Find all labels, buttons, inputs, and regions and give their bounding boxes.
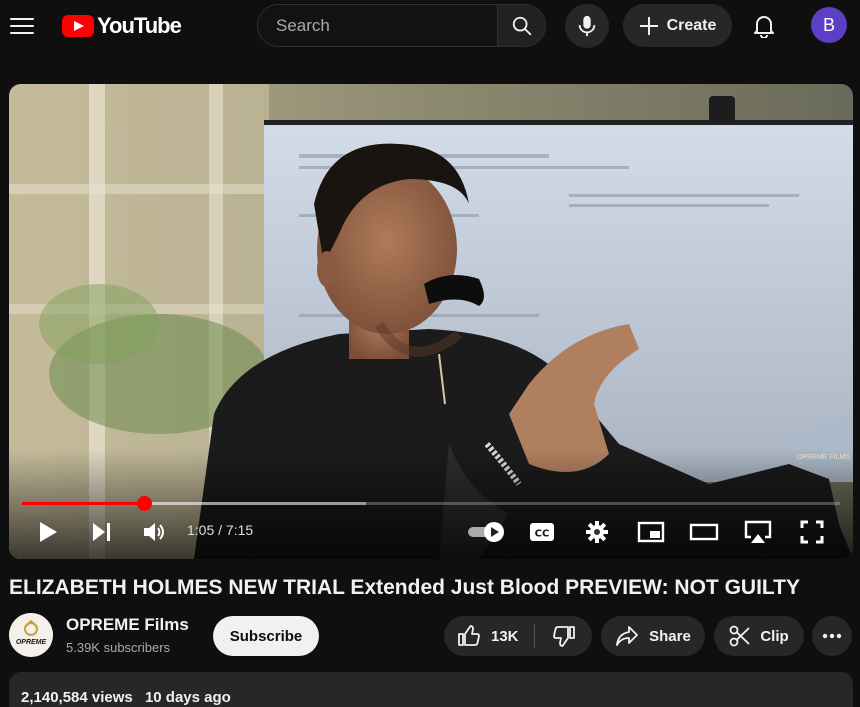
like-count: 13K — [491, 627, 519, 645]
description-box[interactable]: 2,140,584 views 10 days ago — [9, 672, 853, 707]
gear-icon — [586, 521, 608, 543]
microphone-icon — [578, 15, 596, 37]
thumbs-up-icon — [458, 625, 480, 646]
voice-search-button[interactable] — [565, 4, 609, 48]
scissors-icon — [729, 625, 750, 647]
subscriber-count: 5.39K subscribers — [66, 640, 171, 655]
miniplayer-icon — [637, 521, 665, 543]
progress-played — [22, 502, 145, 505]
like-button[interactable]: 13K — [444, 616, 534, 656]
autoplay-icon — [468, 522, 504, 542]
search-button[interactable] — [497, 5, 545, 46]
more-actions-button[interactable] — [812, 616, 852, 656]
miniplayer-button[interactable] — [635, 514, 667, 550]
channel-logo-icon: OPREME — [9, 613, 53, 657]
svg-text:CC: CC — [535, 529, 550, 540]
fullscreen-button[interactable] — [797, 514, 827, 550]
settings-button[interactable] — [582, 514, 612, 550]
bell-icon — [754, 16, 774, 38]
logo-text: YouTube — [97, 13, 182, 38]
user-avatar[interactable]: B — [811, 7, 847, 43]
share-icon — [616, 626, 639, 646]
closed-captions-icon: CC — [530, 523, 554, 541]
play-icon — [40, 522, 57, 542]
share-button[interactable]: Share — [601, 616, 705, 656]
theater-mode-icon — [689, 523, 719, 541]
play-button[interactable] — [33, 514, 63, 550]
volume-button[interactable] — [139, 514, 169, 550]
subscribe-button[interactable]: Subscribe — [213, 616, 319, 656]
like-dislike-group: 13K — [444, 616, 592, 656]
channel-avatar-text: OPREME — [16, 639, 47, 646]
menu-icon[interactable] — [8, 12, 36, 40]
top-bar: YouTube Create B — [0, 0, 860, 52]
fullscreen-icon — [800, 520, 824, 544]
share-label: Share — [649, 627, 691, 645]
video-title: ELIZABETH HOLMES NEW TRIAL Extended Just… — [9, 576, 801, 599]
upload-age: 10 days ago — [144, 689, 231, 706]
subtitles-button[interactable]: CC — [527, 514, 557, 550]
clip-label: Clip — [760, 627, 789, 645]
view-count: 2,140,584 views — [21, 689, 133, 706]
channel-name[interactable]: OPREME Films — [66, 615, 189, 635]
autoplay-toggle[interactable] — [465, 514, 509, 550]
notifications-button[interactable] — [744, 7, 784, 45]
volume-icon — [144, 523, 164, 541]
search-icon — [512, 16, 531, 35]
dislike-button[interactable] — [535, 616, 592, 656]
youtube-logo[interactable]: YouTube — [62, 12, 182, 40]
create-button[interactable]: Create — [623, 4, 732, 47]
video-metadata: 2,140,584 views 10 days ago — [21, 689, 231, 706]
cast-button[interactable] — [742, 514, 774, 550]
plus-icon — [639, 16, 658, 35]
clip-button[interactable]: Clip — [714, 616, 804, 656]
channel-avatar[interactable]: OPREME — [9, 613, 53, 657]
search-input[interactable] — [258, 5, 497, 46]
create-label: Create — [666, 16, 717, 34]
more-horizontal-icon — [822, 633, 842, 639]
video-player[interactable]: OPREME FILMS 1:05 / 7:15 CC — [9, 84, 853, 559]
airplay-icon — [744, 520, 772, 543]
next-button[interactable] — [87, 514, 117, 550]
theater-mode-button[interactable] — [688, 514, 720, 550]
search-bar — [257, 4, 546, 47]
skip-next-icon — [93, 523, 110, 541]
youtube-play-icon — [62, 15, 94, 37]
time-display: 1:05 / 7:15 — [187, 522, 254, 538]
progress-bar[interactable] — [22, 496, 840, 511]
channel-watermark: OPREME FILMS — [797, 454, 850, 461]
thumbs-down-icon — [552, 626, 575, 647]
